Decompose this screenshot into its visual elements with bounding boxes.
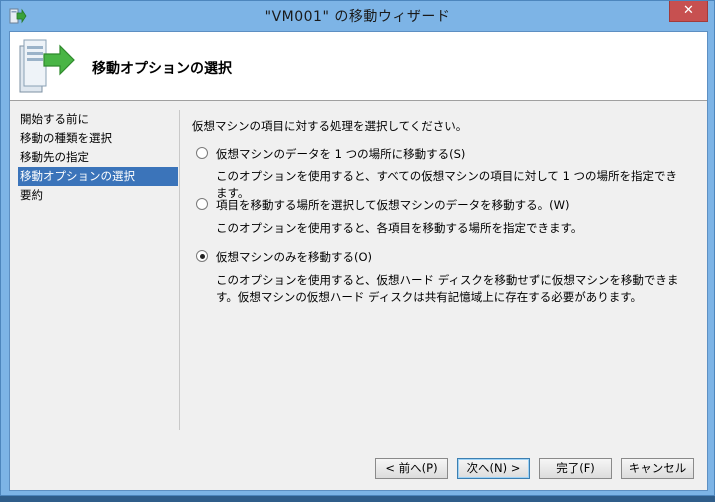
back-button[interactable]: < 前へ(P) <box>375 458 448 479</box>
option-label: 仮想マシンのデータを 1 つの場所に移動する(S) <box>216 147 466 161</box>
server-move-icon <box>19 39 75 93</box>
nav-item-summary[interactable]: 要約 <box>18 186 178 205</box>
option-label: 仮想マシンのみを移動する(O) <box>216 250 373 264</box>
option-move-vm-only[interactable]: 仮想マシンのみを移動する(O) <box>196 249 372 265</box>
wizard-client-area: 移動オプションの選択 開始する前に 移動の種類を選択 移動先の指定 移動オプショ… <box>9 31 708 491</box>
cancel-button[interactable]: キャンセル <box>621 458 694 479</box>
nav-item-move-type[interactable]: 移動の種類を選択 <box>18 129 178 148</box>
option-move-items-separately[interactable]: 項目を移動する場所を選択して仮想マシンのデータを移動する。(W) <box>196 197 570 213</box>
close-button[interactable]: ✕ <box>669 1 708 22</box>
radio-button-checked[interactable] <box>196 250 208 262</box>
next-button[interactable]: 次へ(N) > <box>457 458 530 479</box>
wizard-step-list: 開始する前に 移動の種類を選択 移動先の指定 移動オプションの選択 要約 <box>18 110 178 205</box>
radio-button[interactable] <box>196 147 208 159</box>
page-title: 移動オプションの選択 <box>92 61 232 77</box>
finish-button[interactable]: 完了(F) <box>539 458 612 479</box>
nav-divider <box>179 110 180 430</box>
nav-item-before-you-begin[interactable]: 開始する前に <box>18 110 178 129</box>
wizard-window: "VM001" の移動ウィザード ✕ 移動オプションの選択 開始する前に 移動の… <box>0 0 715 496</box>
title-bar[interactable]: "VM001" の移動ウィザード ✕ <box>1 1 714 31</box>
option-description: このオプションを使用すると、各項目を移動する場所を指定できます。 <box>216 221 583 235</box>
option-label: 項目を移動する場所を選択して仮想マシンのデータを移動する。(W) <box>216 198 570 212</box>
instruction-text: 仮想マシンの項目に対する処理を選択してください。 <box>192 119 468 133</box>
window-title: "VM001" の移動ウィザード <box>264 9 451 25</box>
option-move-all-to-one-location[interactable]: 仮想マシンのデータを 1 つの場所に移動する(S) <box>196 146 465 162</box>
option-description: このオプションを使用すると、仮想ハード ディスクを移動せずに仮想マシンを移動でき… <box>216 273 679 304</box>
nav-item-destination[interactable]: 移動先の指定 <box>18 148 178 167</box>
button-bar: < 前へ(P) 次へ(N) > 完了(F) キャンセル <box>10 448 707 488</box>
taskbar-strip <box>0 496 715 502</box>
radio-button[interactable] <box>196 198 208 210</box>
nav-item-move-options[interactable]: 移動オプションの選択 <box>18 167 178 186</box>
wizard-header: 移動オプションの選択 <box>10 32 707 101</box>
